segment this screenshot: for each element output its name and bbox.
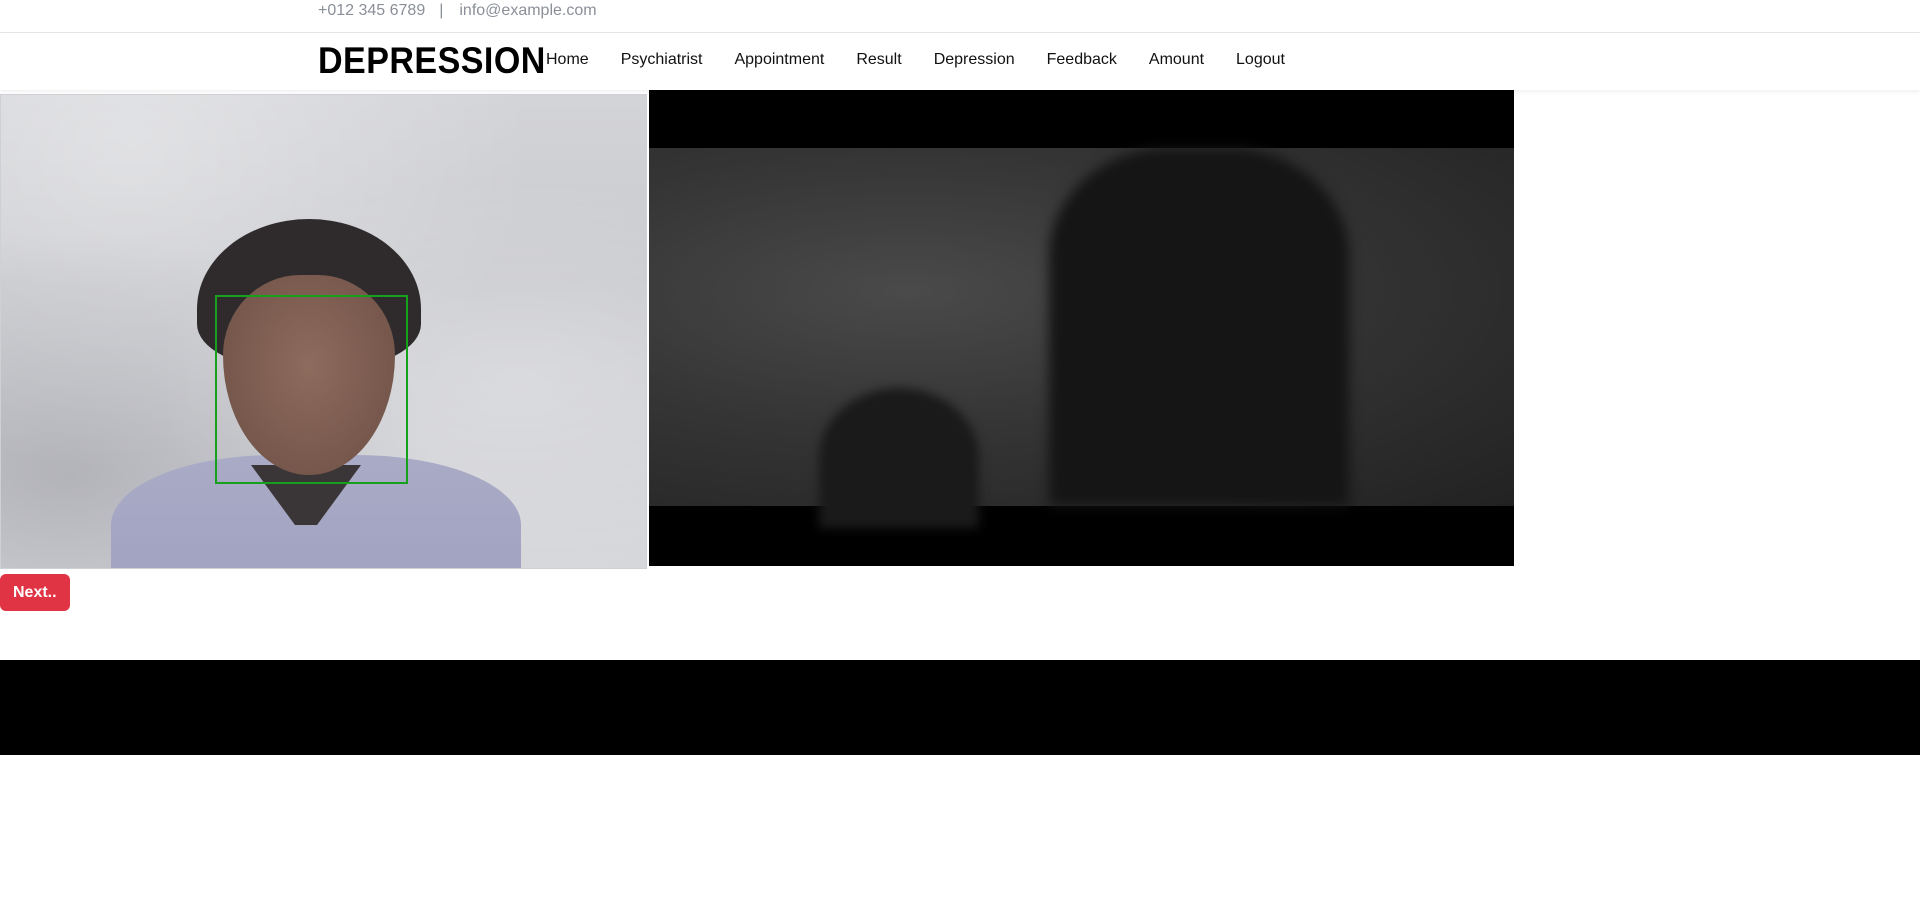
top-contact-bar: +012 345 6789 | info@example.com [0,0,1920,33]
nav-item-amount[interactable]: Amount [1133,51,1220,69]
nav-item-logout[interactable]: Logout [1220,51,1301,69]
video-silhouette-small [819,388,979,528]
navbar: DEPRESSION Home Psychiatrist Appointment… [0,33,1920,90]
video-silhouette [1049,148,1349,506]
nav-item-result[interactable]: Result [840,51,917,69]
nav-menu: Home Psychiatrist Appointment Result Dep… [530,51,1301,69]
contact-separator: | [439,2,444,19]
webcam-feed [0,94,647,569]
brand-logo[interactable]: DEPRESSION [318,40,546,82]
email-address[interactable]: info@example.com [459,2,596,19]
face-detection-box [215,295,408,484]
contact-info: +012 345 6789 | info@example.com [318,2,597,20]
nav-item-home[interactable]: Home [530,51,605,69]
nav-item-depression[interactable]: Depression [918,51,1031,69]
video-frame [649,148,1514,528]
footer-band [0,660,1920,755]
next-button[interactable]: Next.. [0,574,70,611]
video-player[interactable] [649,90,1514,566]
nav-item-psychiatrist[interactable]: Psychiatrist [605,51,719,69]
nav-item-appointment[interactable]: Appointment [718,51,840,69]
phone-number: +012 345 6789 [318,2,426,19]
nav-item-feedback[interactable]: Feedback [1031,51,1133,69]
